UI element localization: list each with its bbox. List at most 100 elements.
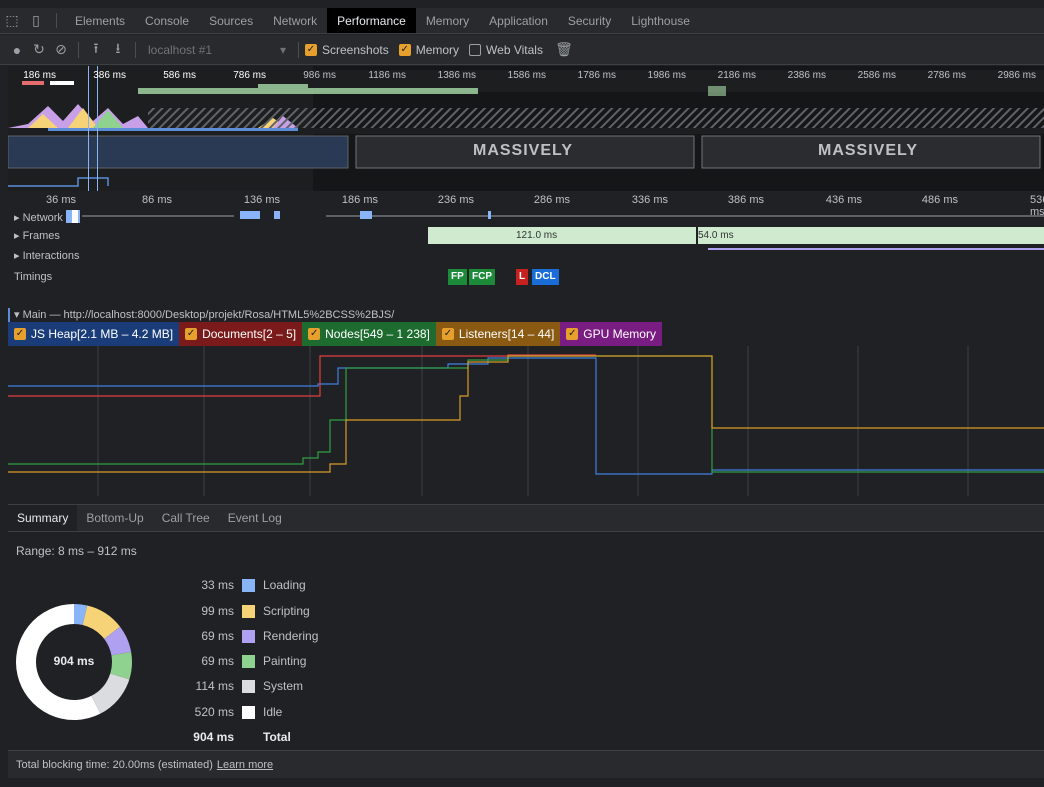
ruler-tick: 186 ms xyxy=(341,194,378,206)
counter-listeners[interactable]: ✓ Listeners[14 – 44] xyxy=(435,322,561,346)
overview-tick: 586 ms xyxy=(163,70,196,81)
profile-select[interactable]: localhost #1 ▾ xyxy=(142,43,292,57)
legend-value: 69 ms xyxy=(201,629,234,643)
reload-record-icon[interactable]: ↻ xyxy=(28,39,50,61)
checkbox-checked-icon: ✓ xyxy=(441,328,454,340)
tab-security[interactable]: Security xyxy=(558,8,621,33)
tab-network[interactable]: Network xyxy=(263,8,327,33)
status-footer: Total blocking time: 20.00ms (estimated)… xyxy=(8,750,1044,778)
memory-checkbox[interactable]: ✓ Memory xyxy=(398,42,460,57)
learn-more-link[interactable]: Learn more xyxy=(217,759,273,771)
main-thread-label: Main — http://localhost:8000/Desktop/pro… xyxy=(22,309,395,321)
overview-tick: 1186 ms xyxy=(368,70,406,81)
timings-track[interactable]: Timings FP FCP L DCL xyxy=(8,266,1044,290)
legend-row-painting: 69 ms Painting xyxy=(184,652,306,670)
legend-swatch xyxy=(242,679,255,693)
legend-value: 520 ms xyxy=(194,705,234,719)
range-label: Range: 8 ms – 912 ms xyxy=(16,544,137,558)
counter-js-heap[interactable]: ✓ JS Heap[2.1 MB – 4.2 MB] xyxy=(8,322,180,346)
legend-row-total: 904 ms Total xyxy=(184,728,290,746)
overview-tick: 1786 ms xyxy=(577,70,616,81)
donut-slice-scripting xyxy=(82,605,121,640)
frames-track[interactable]: ▸ Frames 121.0 ms 54.0 ms xyxy=(8,226,1044,246)
triangle-right-icon: ▸ xyxy=(14,250,23,262)
web-vitals-checkbox[interactable]: Web Vitals xyxy=(469,43,543,57)
counter-label: Nodes[549 – 1 238] xyxy=(325,327,430,341)
tab-separator xyxy=(56,13,57,28)
ruler-tick: 86 ms xyxy=(142,194,172,206)
timings-label: Timings xyxy=(14,271,53,283)
frame-bar[interactable] xyxy=(698,227,1044,244)
ruler-tick: 236 ms xyxy=(437,194,474,206)
upload-profile-icon[interactable]: ⭱ xyxy=(85,39,107,61)
ruler-tick: 436 ms xyxy=(825,194,862,206)
legend-total-value: 904 ms xyxy=(193,730,234,744)
tab-performance[interactable]: Performance xyxy=(327,8,416,33)
toolbar-separator xyxy=(135,41,136,58)
chevron-down-icon: ▾ xyxy=(279,42,286,57)
frame-duration: 54.0 ms xyxy=(698,230,734,241)
tab-bottom-up[interactable]: Bottom-Up xyxy=(77,505,152,531)
overview-tick: 986 ms xyxy=(303,70,336,81)
overview-tick: 1986 ms xyxy=(647,70,686,81)
ruler-tick: 136 ms xyxy=(243,194,280,206)
trash-icon[interactable]: 🗑 xyxy=(553,39,575,61)
main-thread-track[interactable]: ▾ Main — http://localhost:8000/Desktop/p… xyxy=(8,308,1044,322)
tab-elements[interactable]: Elements xyxy=(65,8,135,33)
tab-memory[interactable]: Memory xyxy=(416,8,479,33)
tab-event-log[interactable]: Event Log xyxy=(219,505,291,531)
legend-value: 114 ms xyxy=(195,679,234,693)
total-blocking-time: Total blocking time: 20.00ms (estimated) xyxy=(16,758,213,771)
interactions-track-label[interactable]: ▸ Interactions xyxy=(14,249,79,262)
interactions-label: Interactions xyxy=(22,250,80,262)
tab-summary[interactable]: Summary xyxy=(8,505,78,531)
counter-label: GPU Memory xyxy=(583,327,656,341)
overview-tick: 2586 ms xyxy=(857,70,896,81)
checkbox-checked-icon: ✓ xyxy=(566,328,579,340)
checkbox-checked-icon: ✓ xyxy=(305,43,317,56)
filmstrip-frame: MASSIVELY xyxy=(473,142,573,159)
legend-label: Loading xyxy=(263,578,306,592)
network-track[interactable]: ▸ Network xyxy=(8,208,1044,226)
tab-lighthouse[interactable]: Lighthouse xyxy=(621,8,700,33)
device-toolbar-icon[interactable]: ▯ xyxy=(24,8,48,33)
counter-gpu-memory[interactable]: ✓ GPU Memory xyxy=(560,322,662,346)
checkbox-checked-icon: ✓ xyxy=(398,43,411,56)
fp-marker[interactable]: FP xyxy=(448,269,467,285)
memory-graph[interactable] xyxy=(8,346,1044,504)
interaction-bar[interactable] xyxy=(708,248,1044,250)
memory-graph-svg xyxy=(8,346,1044,496)
dcl-marker[interactable]: DCL xyxy=(532,269,559,285)
clear-icon[interactable]: ⊘ xyxy=(50,39,72,61)
profile-select-value: localhost #1 xyxy=(148,42,213,57)
load-marker[interactable]: L xyxy=(516,269,529,285)
frames-track-label[interactable]: ▸ Frames xyxy=(14,229,60,242)
frame-bar[interactable] xyxy=(428,227,696,244)
ruler-tick: 336 ms xyxy=(631,194,668,206)
tab-call-tree[interactable]: Call Tree xyxy=(153,505,219,531)
tab-console[interactable]: Console xyxy=(135,8,199,33)
performance-toolbar: ● ↻ ⊘ ⭱ ⭳ localhost #1 ▾ ✓ Screenshots ✓… xyxy=(0,35,1044,65)
timeline-ruler: 36 ms 86 ms 136 ms 186 ms 236 ms 286 ms … xyxy=(8,192,1044,218)
tab-sources[interactable]: Sources xyxy=(199,8,263,33)
record-icon[interactable]: ● xyxy=(6,39,28,61)
tab-application[interactable]: Application xyxy=(479,8,558,33)
overview-tick: 2186 ms xyxy=(717,70,756,81)
interactions-track[interactable]: ▸ Interactions xyxy=(8,246,1044,266)
screenshots-checkbox[interactable]: ✓ Screenshots xyxy=(305,43,389,57)
legend-row-system: 114 ms System xyxy=(184,677,303,695)
memory-label: Memory xyxy=(415,42,460,57)
checkbox-checked-icon: ✓ xyxy=(185,328,198,340)
triangle-right-icon: ▸ xyxy=(14,230,23,242)
listeners-line xyxy=(8,355,1044,473)
download-profile-icon[interactable]: ⭳ xyxy=(107,39,129,61)
legend-swatch-empty xyxy=(242,731,255,744)
legend-value: 69 ms xyxy=(201,654,234,668)
timeline-overview[interactable]: 186 ms 386 ms 586 ms 786 ms 986 ms 1186 … xyxy=(8,66,1044,191)
inspect-element-icon[interactable]: ⬚ xyxy=(0,8,24,33)
legend-label: Painting xyxy=(263,654,307,668)
counter-nodes[interactable]: ✓ Nodes[549 – 1 238] xyxy=(302,322,436,346)
devtools-tab-bar: ⬚ ▯ Elements Console Sources Network Per… xyxy=(0,8,1044,34)
counter-documents[interactable]: ✓ Documents[2 – 5] xyxy=(179,322,303,346)
fcp-marker[interactable]: FCP xyxy=(469,269,495,285)
